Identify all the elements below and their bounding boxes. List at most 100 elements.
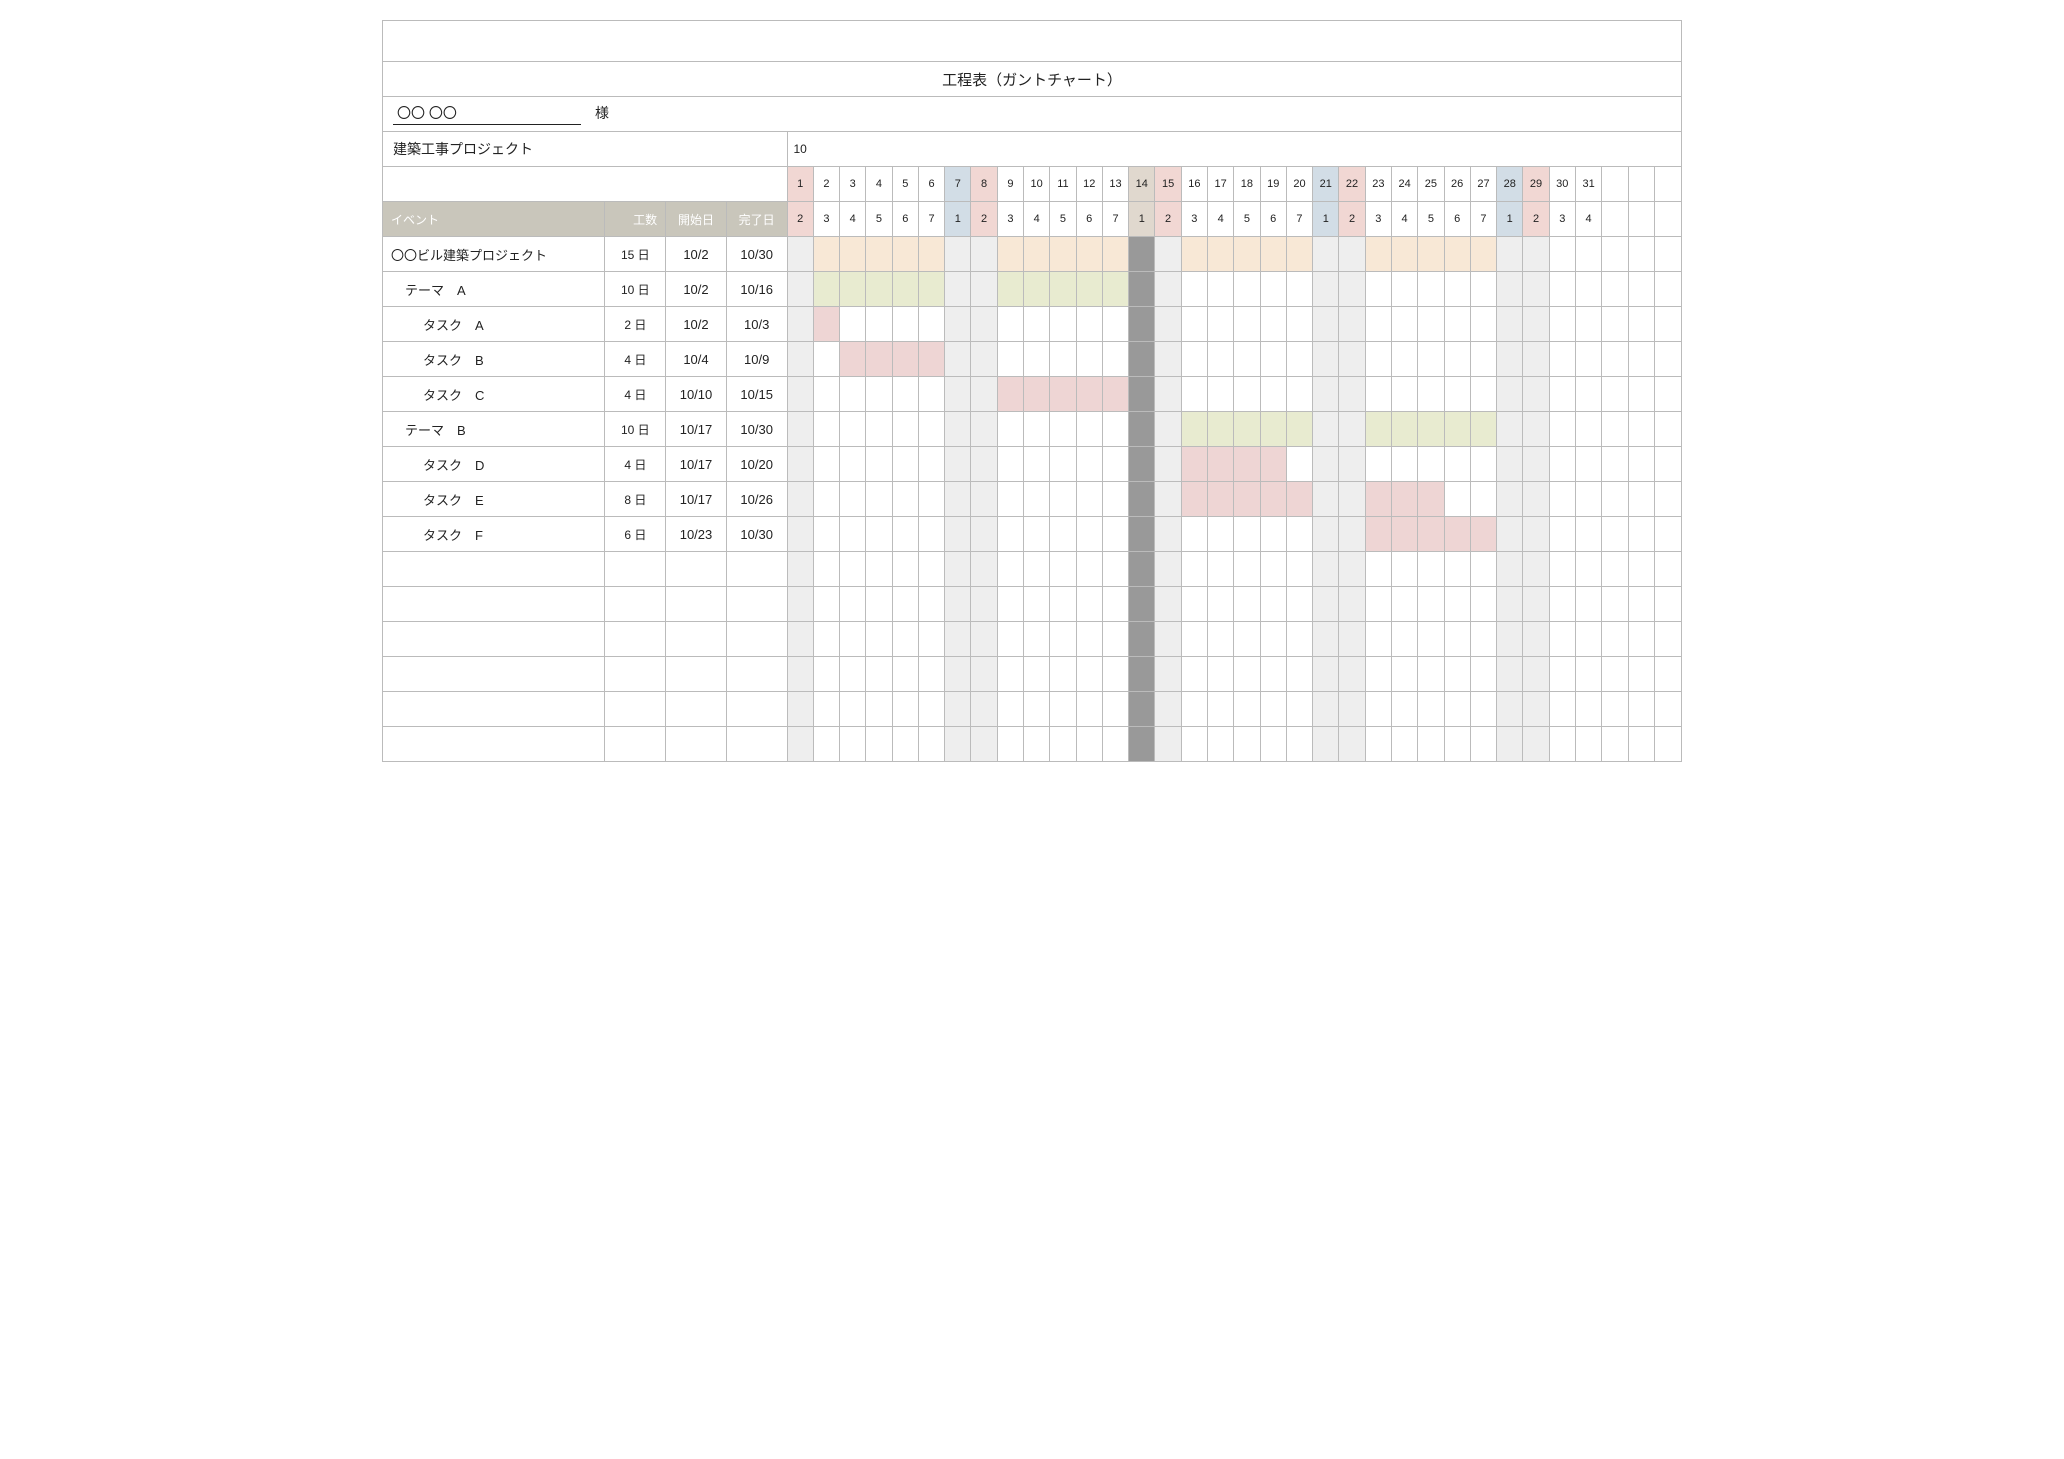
- gantt-cell: [1444, 692, 1470, 727]
- gantt-cell: [997, 657, 1023, 692]
- gantt-cell: [1208, 517, 1234, 552]
- gantt-cell: [1102, 692, 1128, 727]
- gantt-cell: [1549, 342, 1575, 377]
- gantt-cell: [1234, 587, 1260, 622]
- gantt-cell: [1208, 447, 1234, 482]
- gantt-cell: [1470, 377, 1496, 412]
- gantt-cell: [1129, 517, 1155, 552]
- gantt-cell: [892, 342, 918, 377]
- gantt-cell: [1155, 342, 1181, 377]
- gantt-cell: [1129, 412, 1155, 447]
- gantt-cell: [1523, 237, 1549, 272]
- gantt-cell: [1234, 237, 1260, 272]
- gantt-cell: [1102, 377, 1128, 412]
- weekday-number: 4: [840, 202, 866, 237]
- day-of-month: 17: [1208, 167, 1234, 202]
- gantt-cell: [1470, 622, 1496, 657]
- gantt-cell: [918, 552, 944, 587]
- gantt-cell: [1523, 692, 1549, 727]
- gantt-cell: [813, 272, 839, 307]
- day-of-month: 3: [840, 167, 866, 202]
- weekday-number: [1654, 202, 1681, 237]
- gantt-cell: [1602, 342, 1628, 377]
- gantt-cell: [918, 622, 944, 657]
- gantt-cell: [1365, 307, 1391, 342]
- gantt-cell: [1155, 587, 1181, 622]
- gantt-cell: [971, 272, 997, 307]
- gantt-cell: [1339, 587, 1365, 622]
- gantt-cell: [1365, 342, 1391, 377]
- gantt-cell: [945, 517, 971, 552]
- gantt-cell: [1313, 657, 1339, 692]
- gantt-cell: [1391, 622, 1417, 657]
- gantt-cell: [1155, 447, 1181, 482]
- task-end: 10/20: [726, 447, 787, 482]
- gantt-cell: [1418, 552, 1444, 587]
- gantt-cell: [1286, 272, 1312, 307]
- gantt-cell: [1076, 342, 1102, 377]
- gantt-cell: [1654, 412, 1681, 447]
- gantt-cell: [1260, 342, 1286, 377]
- gantt-cell: [1549, 272, 1575, 307]
- gantt-cell: [1129, 482, 1155, 517]
- gantt-cell: [1050, 517, 1076, 552]
- weekday-number: 4: [1208, 202, 1234, 237]
- weekday-number: 2: [1155, 202, 1181, 237]
- gantt-cell: [1050, 272, 1076, 307]
- gantt-cell: [945, 587, 971, 622]
- gantt-cell: [1313, 412, 1339, 447]
- gantt-cell: [1076, 517, 1102, 552]
- gantt-cell: [1497, 272, 1523, 307]
- task-end: 10/3: [726, 307, 787, 342]
- gantt-cell: [997, 727, 1023, 762]
- gantt-cell: [787, 622, 813, 657]
- gantt-cell: [1339, 307, 1365, 342]
- day-of-month: 18: [1234, 167, 1260, 202]
- gantt-cell: [1575, 727, 1601, 762]
- day-of-month: 24: [1391, 167, 1417, 202]
- gantt-cell: [1575, 552, 1601, 587]
- gantt-cell: [840, 307, 866, 342]
- day-of-month: 5: [892, 167, 918, 202]
- weekday-number: 2: [1523, 202, 1549, 237]
- day-of-month: 2: [813, 167, 839, 202]
- day-of-month: 22: [1339, 167, 1365, 202]
- gantt-cell: [1391, 692, 1417, 727]
- gantt-cell: [1365, 482, 1391, 517]
- gantt-cell: [813, 307, 839, 342]
- gantt-cell: [1339, 377, 1365, 412]
- gantt-cell: [1602, 657, 1628, 692]
- gantt-cell: [1628, 657, 1654, 692]
- gantt-cell: [1260, 587, 1286, 622]
- task-duration: 4 日: [605, 447, 666, 482]
- gantt-cell: [1654, 307, 1681, 342]
- gantt-cell: [813, 237, 839, 272]
- gantt-cell: [1628, 517, 1654, 552]
- gantt-cell: [1602, 587, 1628, 622]
- gantt-cell: [1234, 517, 1260, 552]
- gantt-cell: [1470, 447, 1496, 482]
- weekday-number: 7: [1470, 202, 1496, 237]
- gantt-cell: [840, 587, 866, 622]
- gantt-cell: [1050, 657, 1076, 692]
- gantt-cell: [1418, 307, 1444, 342]
- gantt-cell: [813, 657, 839, 692]
- gantt-cell: [1418, 517, 1444, 552]
- gantt-cell: [1155, 377, 1181, 412]
- gantt-cell: [840, 552, 866, 587]
- gantt-cell: [1523, 447, 1549, 482]
- gantt-cell: [1365, 622, 1391, 657]
- gantt-cell: [945, 657, 971, 692]
- col-header-event: イベント: [383, 202, 605, 237]
- gantt-cell: [1523, 552, 1549, 587]
- gantt-cell: [1497, 482, 1523, 517]
- gantt-cell: [1286, 727, 1312, 762]
- gantt-cell: [1260, 237, 1286, 272]
- gantt-cell: [1365, 237, 1391, 272]
- gantt-cell: [971, 482, 997, 517]
- gantt-cell: [1260, 412, 1286, 447]
- gantt-cell: [1470, 307, 1496, 342]
- gantt-cell: [1575, 622, 1601, 657]
- gantt-cell: [1024, 307, 1050, 342]
- gantt-cell: [1024, 552, 1050, 587]
